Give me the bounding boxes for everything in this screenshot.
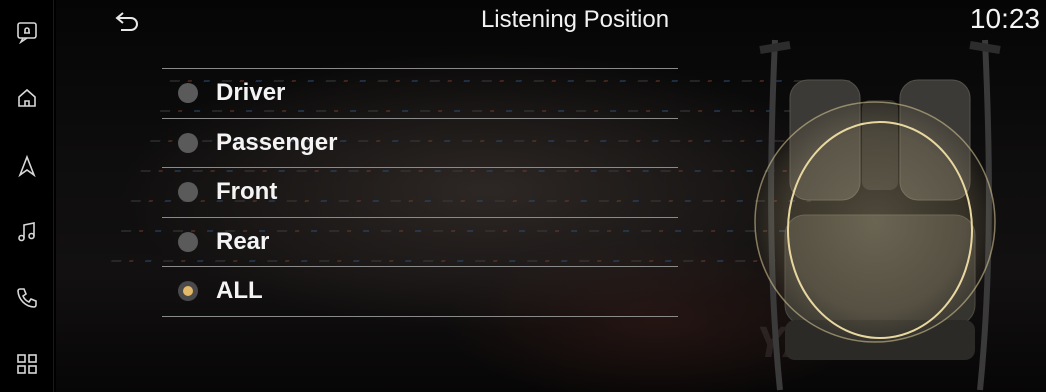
radio-button[interactable] — [178, 83, 198, 104]
radio-button[interactable] — [178, 182, 198, 203]
navigation-icon[interactable] — [11, 150, 43, 182]
notification-icon[interactable] — [11, 16, 43, 48]
option-rear[interactable]: Rear — [162, 218, 678, 267]
radio-button-selected[interactable] — [178, 281, 198, 302]
option-driver[interactable]: Driver — [162, 69, 678, 119]
option-label: ALL — [216, 277, 263, 305]
option-front[interactable]: Front — [162, 168, 678, 218]
option-label: Passenger — [216, 128, 338, 156]
listening-position-list: Driver Passenger Front Rear ALL — [162, 68, 678, 317]
option-all[interactable]: ALL — [162, 267, 678, 317]
radio-button[interactable] — [178, 132, 198, 153]
back-arrow-icon — [115, 12, 138, 31]
apps-grid-icon[interactable] — [11, 348, 43, 380]
music-icon[interactable] — [11, 216, 43, 248]
page-title: Listening Position — [480, 6, 670, 33]
option-passenger[interactable]: Passenger — [162, 119, 678, 168]
option-label: Front — [216, 178, 278, 206]
radio-button[interactable] — [178, 231, 198, 252]
left-rail — [0, 0, 54, 392]
home-icon[interactable] — [11, 82, 43, 114]
option-label: Rear — [216, 227, 270, 255]
back-button[interactable] — [110, 6, 144, 36]
car-seating-illustration — [754, 39, 1001, 391]
phone-icon[interactable] — [11, 282, 43, 314]
option-label: Driver — [216, 79, 286, 107]
